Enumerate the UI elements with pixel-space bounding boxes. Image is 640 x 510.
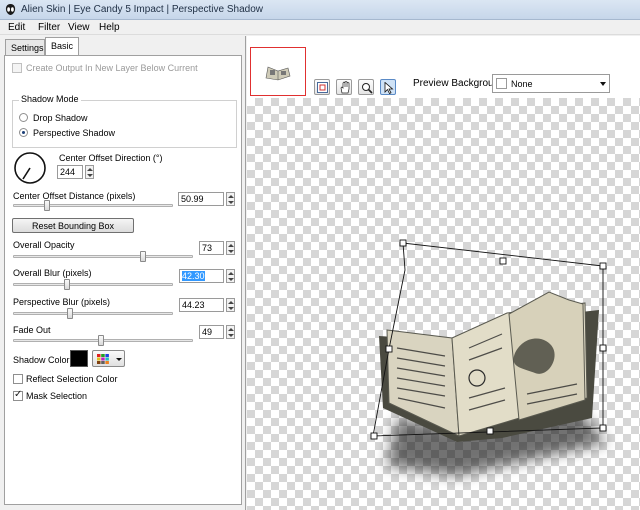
mask-selection-label: Mask Selection: [26, 391, 88, 401]
navigator-icon: [317, 82, 328, 93]
perspective-blur-input[interactable]: 44.23: [179, 298, 224, 312]
shadow-mode-group: [12, 100, 237, 148]
menu-bar: Edit Filter View Help: [0, 20, 640, 35]
opacity-spinner[interactable]: [226, 241, 235, 255]
reflect-selection-checkbox[interactable]: [13, 374, 23, 384]
zoom-icon: [362, 83, 373, 94]
menu-help[interactable]: Help: [99, 22, 120, 33]
opacity-slider[interactable]: [13, 255, 193, 258]
fade-out-spinner[interactable]: [226, 325, 235, 339]
hand-tool-button[interactable]: [336, 79, 352, 95]
preview-area: Preview Background: None: [247, 36, 640, 510]
fade-out-label: Fade Out: [13, 325, 51, 335]
preview-image: [370, 239, 607, 476]
direction-label: Center Offset Direction (°): [59, 153, 163, 163]
title-bar: Alien Skin | Eye Candy 5 Impact | Perspe…: [0, 0, 640, 20]
preview-background-select[interactable]: None: [492, 74, 610, 93]
alien-skin-logo-icon: [5, 4, 16, 15]
perspective-blur-label: Perspective Blur (pixels): [13, 297, 111, 307]
distance-slider-thumb[interactable]: [43, 200, 50, 211]
overall-blur-label: Overall Blur (pixels): [13, 268, 92, 278]
opacity-label: Overall Opacity: [13, 240, 75, 250]
window-title: Alien Skin | Eye Candy 5 Impact | Perspe…: [21, 4, 263, 15]
chevron-down-icon: [600, 82, 606, 86]
direction-dial[interactable]: [13, 151, 47, 185]
distance-spinner[interactable]: [226, 192, 235, 206]
perspective-shadow-radio[interactable]: [19, 128, 28, 137]
overall-blur-slider-thumb[interactable]: [63, 279, 70, 290]
overall-blur-input[interactable]: 42.30: [179, 269, 224, 283]
color-grid-icon: [97, 354, 109, 364]
menu-filter[interactable]: Filter: [38, 22, 60, 33]
opacity-slider-thumb[interactable]: [140, 251, 147, 262]
menu-view[interactable]: View: [68, 22, 90, 33]
distance-input[interactable]: 50.99: [178, 192, 224, 206]
fade-out-input[interactable]: 49: [199, 325, 224, 339]
checkmark-icon: ✓: [14, 389, 23, 400]
create-output-label: Create Output In New Layer Below Current: [26, 63, 198, 73]
preview-canvas[interactable]: [247, 98, 640, 510]
navigator-thumbnail[interactable]: [250, 47, 306, 96]
book-thumbnail-icon: [265, 66, 291, 81]
drop-shadow-label: Drop Shadow: [33, 113, 88, 123]
perspective-blur-slider[interactable]: [13, 312, 173, 315]
reflect-selection-label: Reflect Selection Color: [26, 374, 118, 384]
distance-label: Center Offset Distance (pixels): [13, 191, 136, 201]
shadow-mode-title: Shadow Mode: [19, 94, 81, 104]
opacity-input[interactable]: 73: [199, 241, 224, 255]
overall-blur-spinner[interactable]: [226, 269, 235, 283]
create-output-checkbox[interactable]: [12, 63, 22, 73]
basic-panel: Create Output In New Layer Below Current…: [4, 55, 242, 505]
direction-spinner[interactable]: [85, 165, 94, 179]
direction-input[interactable]: 244: [57, 165, 83, 179]
shadow-color-label: Shadow Color: [13, 355, 70, 365]
shadow-color-swatch[interactable]: [70, 350, 88, 367]
drop-shadow-radio[interactable]: [19, 113, 28, 122]
fade-out-slider-thumb[interactable]: [98, 335, 105, 346]
arrow-tool-button[interactable]: [380, 79, 396, 95]
settings-pane: Settings Basic Create Output In New Laye…: [0, 36, 246, 510]
background-swatch: [496, 78, 507, 89]
tab-basic[interactable]: Basic: [45, 37, 79, 55]
menu-edit[interactable]: Edit: [8, 22, 25, 33]
mask-selection-checkbox[interactable]: ✓: [13, 389, 23, 401]
tab-settings[interactable]: Settings: [5, 39, 45, 55]
perspective-shadow-label: Perspective Shadow: [33, 128, 116, 138]
perspective-blur-spinner[interactable]: [226, 298, 235, 312]
chevron-down-icon: [116, 358, 122, 361]
hand-icon: [340, 81, 350, 94]
overall-blur-slider[interactable]: [13, 283, 173, 286]
navigator-tool-button[interactable]: [314, 79, 330, 95]
reset-bounding-box-button[interactable]: Reset Bounding Box: [12, 218, 134, 233]
perspective-blur-slider-thumb[interactable]: [66, 308, 73, 319]
zoom-tool-button[interactable]: [358, 79, 374, 95]
distance-slider[interactable]: [13, 204, 173, 207]
arrow-icon: [384, 82, 394, 94]
color-palette-button[interactable]: [92, 350, 125, 367]
preview-background-value: None: [511, 79, 533, 89]
